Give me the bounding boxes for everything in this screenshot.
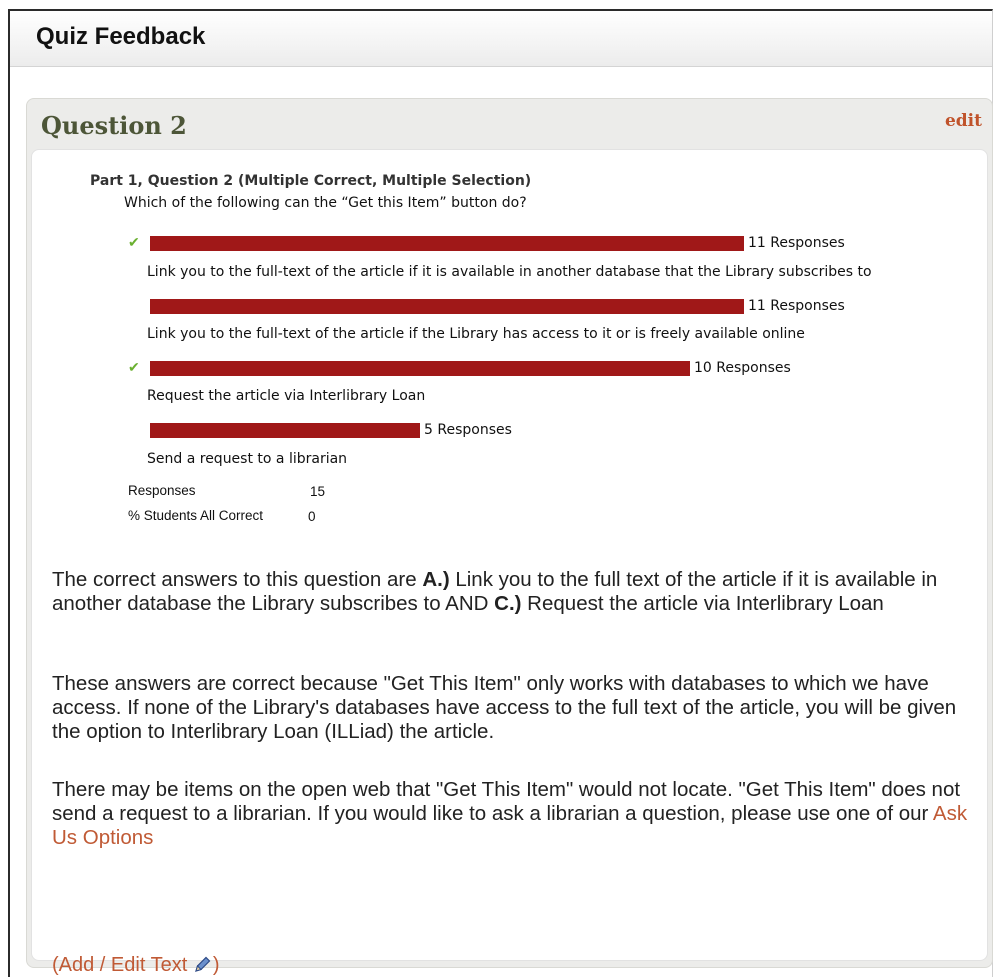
window-title: Quiz Feedback bbox=[36, 23, 206, 50]
explanation-paragraph: These answers are correct because "Get T… bbox=[52, 672, 957, 743]
response-bar bbox=[150, 236, 744, 251]
panel-body: Part 1, Question 2 (Multiple Correct, Mu… bbox=[31, 149, 988, 976]
title-bar: Quiz Feedback bbox=[10, 11, 992, 67]
answer-letter: C.) bbox=[494, 592, 522, 615]
check-icon: ✔ bbox=[128, 234, 140, 250]
all-correct-value: 0 bbox=[308, 509, 316, 524]
quiz-feedback-window: Quiz Feedback Question 2 edit Part 1, Qu… bbox=[8, 9, 993, 977]
feedback-text: The correct answers to this question are bbox=[52, 568, 423, 591]
add-edit-text-link[interactable]: (Add / Edit Text ) bbox=[52, 954, 220, 980]
response-count: 11 Responses bbox=[748, 298, 845, 314]
answer-letter: A.) bbox=[422, 568, 450, 591]
edit-link[interactable]: edit bbox=[945, 111, 982, 131]
question-panel: Question 2 edit Part 1, Question 2 (Mult… bbox=[26, 98, 993, 976]
all-correct-label: % Students All Correct bbox=[128, 508, 264, 523]
answer-option-text: Send a request to a librarian bbox=[147, 451, 348, 467]
response-bar bbox=[150, 361, 690, 376]
responses-value: 15 bbox=[310, 484, 326, 499]
pencil-icon bbox=[193, 954, 213, 980]
response-bar bbox=[150, 299, 744, 314]
answer-option-text: Request the article via Interlibrary Loa… bbox=[147, 388, 426, 404]
ask-us-paragraph: There may be items on the open web that … bbox=[52, 778, 972, 850]
add-edit-close: ) bbox=[212, 954, 220, 976]
response-count: 10 Responses bbox=[694, 360, 791, 376]
check-icon: ✔ bbox=[128, 359, 140, 375]
feedback-text: Request the article via Interlibrary Loa… bbox=[521, 592, 884, 615]
question-prompt: Which of the following can the “Get this… bbox=[124, 195, 527, 211]
response-count: 5 Responses bbox=[424, 422, 512, 438]
feedback-text: There may be items on the open web that … bbox=[52, 778, 961, 825]
question-title: Question 2 bbox=[41, 111, 187, 140]
response-count: 11 Responses bbox=[748, 235, 845, 251]
answer-option-text: Link you to the full-text of the article… bbox=[147, 264, 872, 280]
add-edit-label: (Add / Edit Text bbox=[52, 954, 188, 976]
panel-header: Question 2 edit bbox=[27, 99, 992, 149]
response-bar bbox=[150, 423, 420, 438]
question-header: Part 1, Question 2 (Multiple Correct, Mu… bbox=[90, 173, 532, 189]
answer-option-text: Link you to the full-text of the article… bbox=[147, 326, 805, 342]
correct-answers-paragraph: The correct answers to this question are… bbox=[52, 568, 972, 616]
responses-label: Responses bbox=[128, 483, 196, 498]
